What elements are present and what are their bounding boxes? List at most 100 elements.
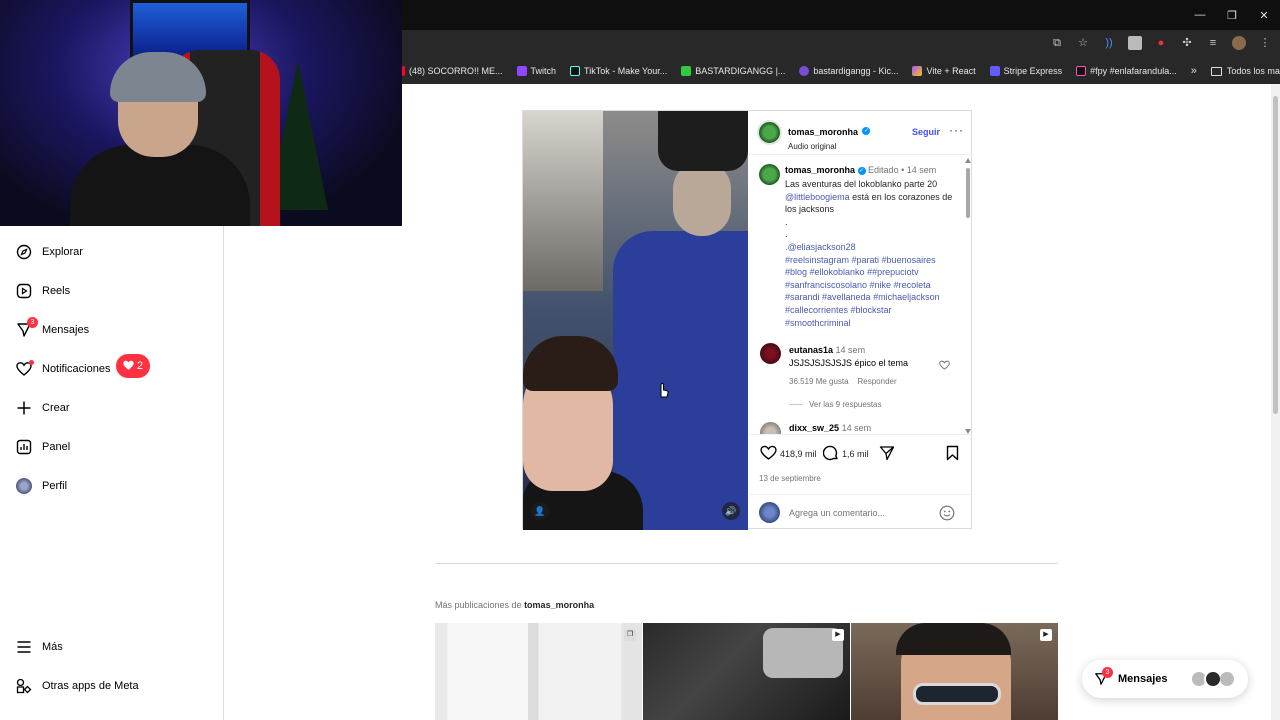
page-scrollbar[interactable] [1271, 84, 1280, 720]
mention-link[interactable]: .@eliasjackson28 [785, 241, 953, 254]
bookmark-item[interactable]: bastardigangg - Kic... [799, 66, 898, 76]
sidebar-item-mas[interactable]: Más [16, 639, 63, 655]
caption-line: . [785, 216, 788, 227]
post-thumbnail[interactable]: ▶ [851, 623, 1058, 720]
comment-bubble-icon [822, 445, 839, 463]
comment-time: 14 sem [835, 345, 866, 355]
avatar[interactable] [757, 120, 782, 145]
more-options-icon[interactable]: ··· [949, 123, 964, 137]
media-control-icon[interactable]: ≡ [1206, 36, 1220, 50]
minimize-icon[interactable]: — [1184, 0, 1216, 30]
add-comment-bar [749, 494, 973, 530]
post-header: tomas_moronha ✓ Audio original Seguir ··… [749, 111, 973, 155]
avatar [759, 502, 780, 523]
follow-button[interactable]: Seguir [912, 127, 940, 137]
chart-icon [16, 439, 32, 455]
caption-time: 14 sem [906, 165, 937, 175]
bookmark-star-icon[interactable]: ☆ [1076, 36, 1090, 50]
post-thumbnail[interactable]: ▶ [643, 623, 850, 720]
all-bookmarks-folder[interactable]: Todos los marcadores [1210, 66, 1280, 76]
thumbnail-sunglasses [913, 683, 1001, 705]
video-person-hat [658, 111, 748, 171]
avatar[interactable] [760, 343, 781, 364]
webcam-person-body [70, 145, 250, 226]
bookmarks-bar: (48) SOCORRO!! ME... Twitch TikTok - Mak… [402, 58, 1280, 84]
comment-likes[interactable]: 36.519 Me gusta [789, 377, 849, 386]
comment-like-heart-icon[interactable] [939, 357, 950, 375]
browser-address-bar[interactable]: ⧉ ☆ )) ● ✣ ≡ ⋮ [402, 30, 1280, 58]
sidebar-item-notificaciones[interactable]: Notificaciones [16, 360, 110, 377]
sidebar-item-explorar[interactable]: Explorar [16, 244, 83, 260]
send-icon [879, 445, 895, 463]
sidebar-item-mensajes[interactable]: 3 Mensajes [16, 317, 89, 338]
extension-grey-icon[interactable] [1128, 36, 1142, 50]
bookmark-item[interactable]: Stripe Express [989, 66, 1062, 76]
post-thumbnail[interactable]: ❐ [435, 623, 642, 720]
view-replies-button[interactable]: Ver las 9 respuestas [789, 400, 908, 409]
avatar[interactable] [760, 422, 781, 434]
avatar [1220, 672, 1234, 686]
emoji-icon[interactable] [939, 505, 955, 526]
avatar [16, 478, 32, 494]
comment-input[interactable] [789, 505, 929, 521]
audio-label[interactable]: Audio original [788, 142, 870, 151]
stripe-icon [989, 66, 1000, 76]
audio-toggle-icon[interactable]: 🔊 [722, 502, 740, 520]
heart-filled-icon [123, 360, 134, 373]
bookmark-item[interactable]: BASTARDIGANGG |... [681, 66, 785, 76]
notification-dot [29, 360, 34, 365]
sidebar-item-perfil[interactable]: Perfil [16, 478, 67, 494]
comment: eutanas1a 14 sem JSJSJSJSJSJS épico el t… [789, 345, 908, 409]
toolbar-icons: ⧉ ☆ )) ● ✣ ≡ ⋮ [1050, 36, 1272, 50]
comment: dixx_sw_25 14 sem [789, 423, 871, 433]
bookmark-item[interactable]: Twitch [516, 66, 556, 76]
close-icon[interactable]: ✕ [1248, 0, 1280, 30]
notification-count-pill[interactable]: 2 [116, 354, 150, 378]
reel-video[interactable]: 👤 🔊 [523, 111, 748, 530]
post-sidebar: tomas_moronha ✓ Audio original Seguir ··… [749, 111, 973, 530]
maximize-icon[interactable]: ❐ [1216, 0, 1248, 30]
comment-username[interactable]: dixx_sw_25 [789, 423, 839, 433]
reply-button[interactable]: Responder [858, 377, 897, 386]
bookmark-item[interactable]: #fpy #enlafarandula... [1076, 66, 1177, 76]
install-app-icon[interactable]: ⧉ [1050, 36, 1064, 50]
extension-wifi-icon[interactable]: )) [1102, 36, 1116, 50]
hashtags[interactable]: #reelsinstagram #parati #buenosaires #bl… [785, 254, 953, 330]
bookmark-item[interactable]: Vite + React [912, 66, 976, 76]
more-bookmarks-chevron-icon[interactable]: » [1191, 65, 1197, 77]
browser-menu-icon[interactable]: ⋮ [1258, 36, 1272, 50]
sidebar-item-panel[interactable]: Panel [16, 439, 70, 455]
bookmark-item[interactable]: TikTok - Make Your... [570, 66, 667, 76]
comments-scrollbar-thumb[interactable] [966, 168, 970, 218]
avatar[interactable] [759, 164, 780, 185]
comments-scrollbar[interactable] [965, 158, 971, 434]
mention-link[interactable]: @littleboogiema [785, 192, 850, 202]
site-icon [799, 66, 810, 76]
folder-icon [1210, 66, 1222, 76]
thumbnail-hair [896, 623, 1011, 655]
sidebar-item-crear[interactable]: Crear [16, 400, 70, 416]
comment-username[interactable]: eutanas1a [789, 345, 833, 355]
more-posts-username[interactable]: tomas_moronha [524, 600, 594, 610]
author-username[interactable]: tomas_moronha [788, 127, 858, 137]
video-person-face [673, 161, 731, 236]
caption-username[interactable]: tomas_moronha [785, 165, 855, 175]
page-scrollbar-thumb[interactable] [1273, 96, 1278, 414]
share-button[interactable] [879, 445, 895, 463]
tagged-user-icon[interactable]: 👤 [531, 502, 549, 520]
profile-avatar-icon[interactable] [1232, 36, 1246, 50]
save-button[interactable] [946, 445, 959, 463]
plus-icon [16, 400, 32, 416]
sidebar-item-reels[interactable]: Reels [16, 283, 70, 299]
scroll-up-arrow-icon[interactable] [965, 158, 971, 163]
comment-button[interactable]: 1,6 mil [822, 445, 869, 463]
extension-red-icon[interactable]: ● [1154, 36, 1168, 50]
extensions-puzzle-icon[interactable]: ✣ [1180, 36, 1194, 50]
verified-badge-icon: ✓ [857, 166, 866, 175]
bookmark-item[interactable]: (48) SOCORRO!! ME... [402, 66, 503, 76]
like-button[interactable]: 418,9 mil [760, 445, 817, 462]
more-posts-title: Más publicaciones de tomas_moronha [435, 600, 595, 610]
sidebar-item-meta-apps[interactable]: Otras apps de Meta [16, 678, 139, 694]
messenger-icon: 3 [16, 317, 38, 338]
messages-floating-button[interactable]: 3 Mensajes [1082, 660, 1248, 698]
